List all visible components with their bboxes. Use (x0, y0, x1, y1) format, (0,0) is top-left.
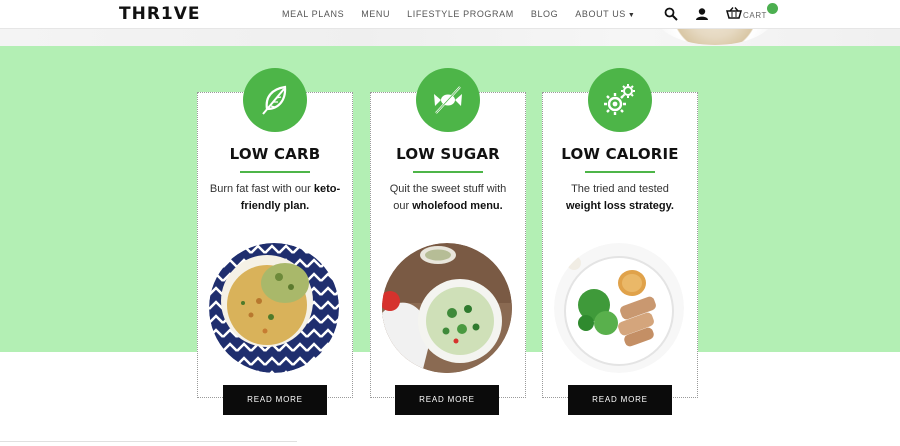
hero-food-photo (655, 29, 775, 46)
title-underline (585, 171, 655, 173)
card-low-calorie: LOW CALORIE The tried and tested weight … (542, 68, 698, 398)
card-description: Burn fat fast with our keto-friendly pla… (208, 181, 342, 215)
card-food-image (382, 243, 512, 373)
cart-count-badge (767, 3, 778, 14)
card-food-image (554, 243, 684, 373)
page: THR1VE MEAL PLANS MENU LIFESTYLE PROGRAM… (0, 0, 900, 446)
cart-label[interactable]: CART (743, 11, 767, 20)
user-icon[interactable] (695, 7, 709, 21)
card-description: The tried and tested weight loss strateg… (553, 181, 687, 215)
read-more-button-low-sugar[interactable]: READ MORE (395, 385, 499, 415)
nav-item-about-us-label: ABOUT US (575, 9, 626, 19)
card-description-emphasis: weight loss strategy. (566, 200, 674, 212)
card-title: LOW SUGAR (396, 145, 500, 163)
read-more-button-low-carb[interactable]: READ MORE (223, 385, 327, 415)
nav-item-about-us[interactable]: ABOUT US ▼ (575, 9, 635, 19)
nav-item-lifestyle-program[interactable]: LIFESTYLE PROGRAM (407, 9, 514, 19)
card-badge (243, 68, 307, 132)
leaf-icon (262, 85, 287, 115)
divider (0, 441, 297, 442)
title-underline (413, 171, 483, 173)
read-more-button-low-calorie[interactable]: READ MORE (568, 385, 672, 415)
gears-icon (604, 84, 635, 115)
logo[interactable]: THR1VE (119, 4, 201, 24)
card-title: LOW CARB (229, 145, 321, 163)
card-description-emphasis: wholefood menu. (412, 200, 503, 212)
site-header: THR1VE MEAL PLANS MENU LIFESTYLE PROGRAM… (0, 0, 900, 29)
candy-crossed-icon (434, 86, 462, 114)
nav-item-meal-plans[interactable]: MEAL PLANS (282, 9, 344, 19)
search-icon[interactable] (664, 7, 678, 21)
card-description-text: The tried and tested (571, 183, 669, 195)
card-badge (416, 68, 480, 132)
card-description: Quit the sweet stuff with our wholefood … (381, 181, 515, 215)
cart-icon[interactable] (726, 7, 742, 21)
card-description-text: Burn fat fast with our (209, 183, 311, 195)
card-title: LOW CALORIE (561, 145, 679, 163)
chevron-down-icon: ▼ (627, 12, 636, 19)
title-underline (240, 171, 310, 173)
nav-item-menu[interactable]: MENU (361, 9, 390, 19)
card-food-image (209, 243, 339, 373)
nav-item-blog[interactable]: BLOG (531, 9, 558, 19)
card-low-sugar: LOW SUGAR Quit the sweet stuff with our … (370, 68, 526, 398)
main-nav: MEAL PLANS MENU LIFESTYLE PROGRAM BLOG A… (282, 9, 652, 19)
card-badge (588, 68, 652, 132)
card-low-carb: LOW CARB Burn fat fast with our keto-fri… (197, 68, 353, 398)
